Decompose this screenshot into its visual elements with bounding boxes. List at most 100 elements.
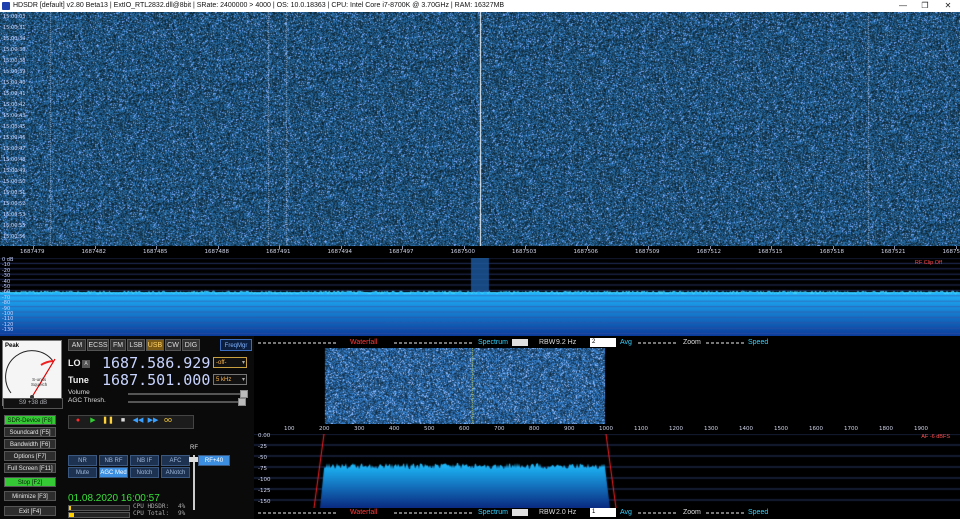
audio-frequency-tick: 500 — [424, 426, 435, 432]
frequency-tick-label: 1687485 — [143, 249, 168, 255]
frequency-tick-label: 1687509 — [635, 249, 660, 255]
mode-usb-button[interactable]: USB — [146, 339, 164, 351]
notch-button[interactable]: Notch — [130, 467, 159, 478]
audio-frequency-tick: 600 — [459, 426, 470, 432]
frequency-axis[interactable]: 1687479 1687482 1687485 1687488 1687491 16874… — [0, 246, 960, 258]
waterfall-time-label: 15:00:03 — [3, 14, 26, 20]
mode-dig-button[interactable]: DIG — [182, 339, 200, 351]
mode-cw-button[interactable]: CW — [165, 339, 181, 351]
afc-button[interactable]: AFC — [161, 455, 190, 466]
spectrum-db-label: -130 — [2, 327, 14, 334]
lo-select[interactable]: -off- ▾ — [213, 357, 247, 368]
audio-db-label: -50 — [258, 455, 267, 461]
exit-button[interactable]: Exit [F4] — [4, 506, 56, 516]
volume-slider-thumb[interactable] — [240, 390, 248, 398]
audio-frequency-tick: 200 — [319, 426, 330, 432]
rf-spectrum[interactable] — [0, 258, 960, 336]
bandwidth-button[interactable]: Bandwidth [F6] — [4, 439, 56, 449]
cpu-label: CPU HDSDR: — [133, 503, 170, 510]
waterfall-time-label: 15:00:43 — [3, 113, 26, 119]
lo-frequency[interactable]: 1687.586.929 — [102, 354, 210, 372]
minimize-button[interactable]: Minimize [F3] — [4, 491, 56, 501]
audio-frequency-tick: 1100 — [634, 426, 648, 432]
pause-button[interactable]: ❚❚ — [102, 417, 114, 425]
audio-frequency-tick: 900 — [564, 426, 575, 432]
rf-gain-slider[interactable] — [193, 455, 195, 510]
mute-button[interactable]: Mute — [68, 467, 97, 478]
mode-ecss-button[interactable]: ECSS — [87, 339, 109, 351]
audio-frequency-axis[interactable]: 100 200 300 400 500 600 700 800 900 1000 1100 1200 1… — [254, 424, 960, 434]
volume-slider[interactable] — [128, 393, 246, 395]
tune-frequency[interactable]: 1687.501.000 — [102, 371, 210, 389]
audio-db-label: -100 — [258, 477, 271, 483]
spectrum-slider[interactable] — [394, 342, 474, 344]
chevron-down-icon: ▾ — [241, 360, 245, 366]
options-button[interactable]: Options [F7] — [4, 451, 56, 461]
spectrum-slider[interactable] — [394, 512, 474, 514]
freqmgr-button[interactable]: FreqMgr — [220, 339, 252, 351]
nb-rf-button[interactable]: NB RF — [99, 455, 128, 466]
audio-frequency-tick: 1300 — [704, 426, 718, 432]
close-button[interactable]: ✕ — [937, 0, 959, 12]
waterfall-slider[interactable] — [258, 342, 338, 344]
audio-db-label: -75 — [258, 466, 267, 472]
cpu-bar-fill — [69, 513, 75, 517]
agc-threshold-slider[interactable] — [128, 401, 246, 403]
audio-frequency-tick: 1400 — [739, 426, 753, 432]
waterfall-toolbar-top: Waterfall Spectrum RBW 9.2 Hz 2 Avg Zoom Speed — [254, 338, 960, 348]
audio-waterfall[interactable] — [254, 348, 960, 424]
rbw-spinner[interactable] — [512, 339, 528, 346]
mode-fm-button[interactable]: FM — [110, 339, 126, 351]
avg-select[interactable]: 1 — [590, 508, 616, 517]
lo-badge[interactable]: A — [82, 360, 90, 368]
cpu-label: CPU Total: — [133, 510, 170, 517]
waterfall-time-label: 15:00:55 — [3, 223, 26, 229]
play-button[interactable]: ▶ — [87, 417, 99, 425]
tune-label: Tune — [68, 375, 89, 385]
soundcard-button[interactable]: Soundcard [F5] — [4, 427, 56, 437]
nr-button[interactable]: NR — [68, 455, 97, 466]
maximize-button[interactable]: ❐ — [914, 0, 936, 12]
sdr-device-button[interactable]: SDR-Device [F8] — [4, 415, 56, 425]
frequency-tick-label: 1687479 — [20, 249, 45, 255]
cpu-bar — [68, 512, 130, 518]
rbw-spinner[interactable] — [512, 509, 528, 516]
mode-am-button[interactable]: AM — [68, 339, 86, 351]
stop-playback-button[interactable]: ■ — [117, 417, 129, 425]
af-level-label: AF -6 dBFS — [921, 434, 950, 440]
frequency-tick-label: 1687491 — [266, 249, 291, 255]
lo-label: LO — [68, 358, 81, 368]
loop-button[interactable]: oo — [162, 417, 174, 425]
rewind-button[interactable]: ◀◀ — [132, 417, 144, 425]
audio-db-label: -125 — [258, 488, 271, 494]
frequency-tick-label: 1687497 — [389, 249, 414, 255]
waterfall-time-label: 15:00:40 — [3, 80, 26, 86]
anotch-button[interactable]: ANotch — [161, 467, 190, 478]
waterfall-slider[interactable] — [258, 512, 338, 514]
record-button[interactable]: ● — [72, 417, 84, 425]
audio-frequency-tick: 1600 — [809, 426, 823, 432]
frequency-tick-label: 1687512 — [696, 249, 722, 255]
zoom-slider[interactable] — [706, 342, 746, 344]
avg-slider[interactable] — [638, 342, 678, 344]
rf-gain-value[interactable]: RF+40 — [198, 455, 230, 466]
rf-waterfall[interactable] — [0, 12, 960, 246]
mode-lsb-button[interactable]: LSB — [127, 339, 145, 351]
fast-forward-button[interactable]: ▶▶ — [147, 417, 159, 425]
avg-select[interactable]: 2 — [590, 338, 616, 347]
avg-slider[interactable] — [638, 512, 678, 514]
zoom-slider[interactable] — [706, 512, 746, 514]
tune-step-select[interactable]: 5 kHz ▾ — [213, 374, 247, 385]
nb-if-button[interactable]: NB IF — [130, 455, 159, 466]
frequency-tick-label: 1687500 — [450, 249, 476, 255]
audio-spectrum[interactable] — [254, 434, 960, 508]
rbw-label: RBW — [539, 509, 556, 516]
agc-threshold-slider-thumb[interactable] — [238, 398, 246, 406]
agc-med-button[interactable]: AGC Med — [99, 467, 128, 478]
cpu-value: 9% — [178, 510, 186, 517]
spectrum-label: Spectrum — [478, 339, 508, 346]
minimize-button[interactable]: — — [892, 0, 914, 12]
s-meter-dial — [5, 350, 56, 399]
stop-button[interactable]: Stop [F2] — [4, 477, 56, 487]
full-button[interactable]: Full Screen [F11] — [4, 463, 56, 473]
